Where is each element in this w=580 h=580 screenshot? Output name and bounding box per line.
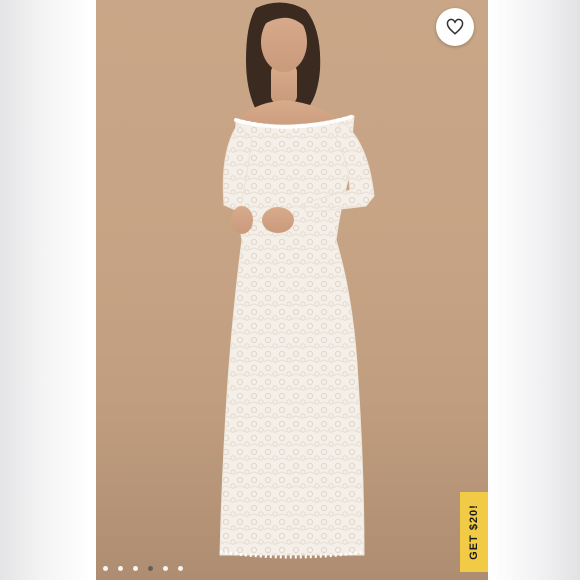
product-photo[interactable] — [96, 0, 488, 580]
carousel-dot[interactable] — [103, 566, 108, 571]
carousel-indicator — [103, 566, 183, 571]
carousel-dot-active[interactable] — [148, 566, 153, 571]
carousel-dot[interactable] — [178, 566, 183, 571]
carousel-dot[interactable] — [163, 566, 168, 571]
model-in-white-lace-gown — [219, 2, 375, 559]
listing-photo-viewer: GET $20! — [0, 0, 580, 580]
carousel-dot[interactable] — [118, 566, 123, 571]
promo-label: GET $20! — [468, 504, 480, 560]
heart-outline-icon — [446, 18, 464, 35]
promo-tab[interactable]: GET $20! — [460, 492, 488, 572]
carousel-dot[interactable] — [133, 566, 138, 571]
favorite-button[interactable] — [436, 8, 474, 46]
